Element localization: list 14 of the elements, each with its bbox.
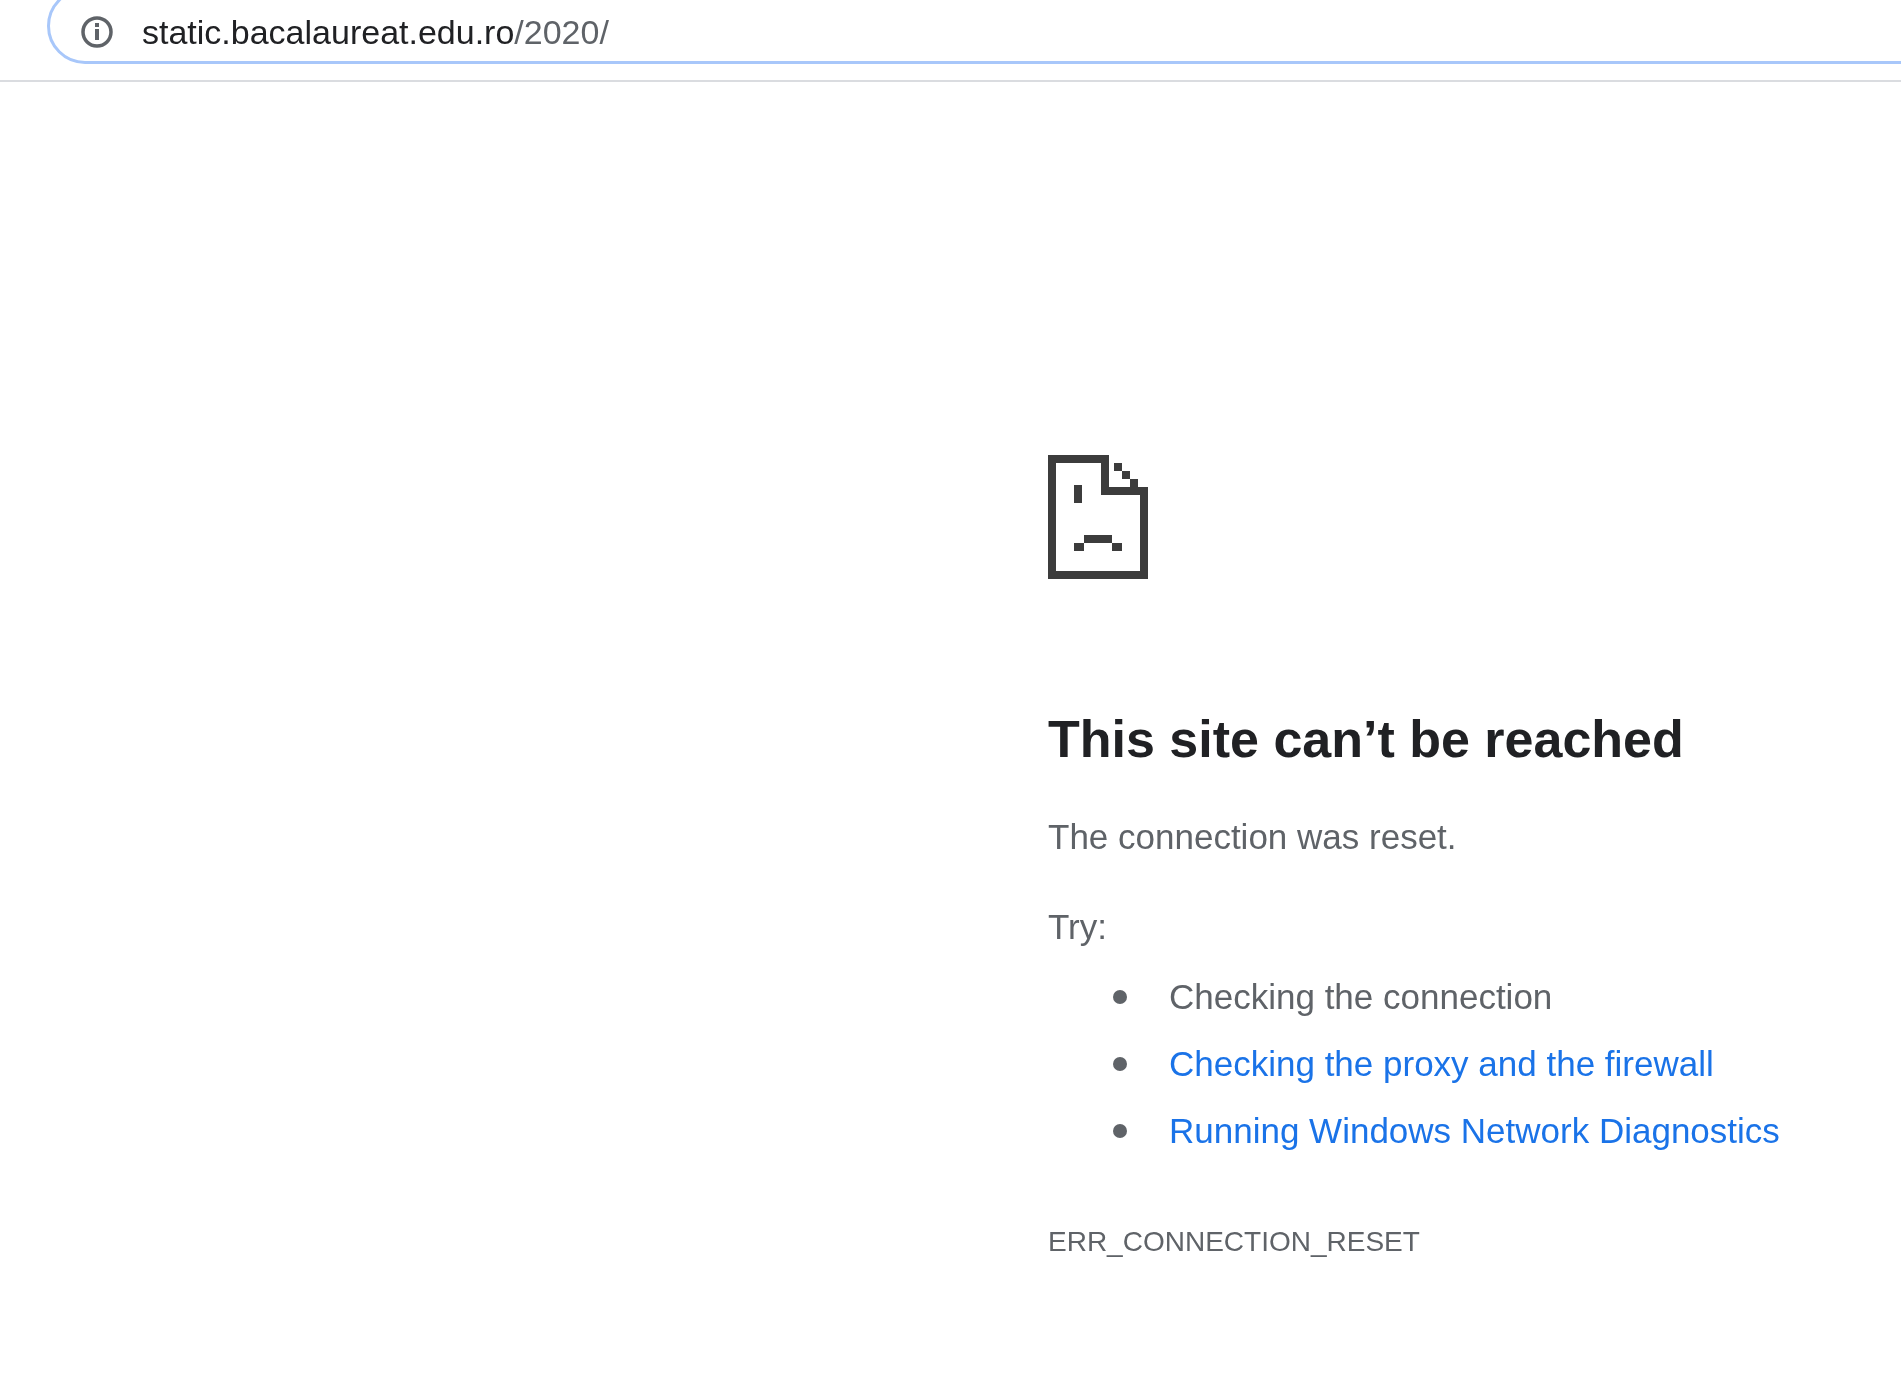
suggestion-link[interactable]: Running Windows Network Diagnostics xyxy=(1169,1110,1780,1151)
sad-page-icon xyxy=(1048,455,1148,579)
try-label: Try: xyxy=(1048,907,1108,947)
url-text: static.bacalaureat.edu.ro/2020/ xyxy=(142,12,609,52)
address-bar[interactable]: static.bacalaureat.edu.ro/2020/ xyxy=(47,0,1901,64)
suggestion-text: Checking the connection xyxy=(1169,976,1553,1017)
suggestion-link[interactable]: Checking the proxy and the firewall xyxy=(1169,1043,1714,1084)
bullet-icon xyxy=(1113,1123,1127,1138)
error-title: This site can’t be reached xyxy=(1048,709,1685,769)
error-message: The connection was reset. xyxy=(1048,817,1458,857)
bullet-icon xyxy=(1113,989,1127,1004)
info-icon[interactable] xyxy=(80,15,114,49)
bullet-icon xyxy=(1113,1056,1127,1071)
error-code: ERR_CONNECTION_RESET xyxy=(1048,1226,1421,1258)
